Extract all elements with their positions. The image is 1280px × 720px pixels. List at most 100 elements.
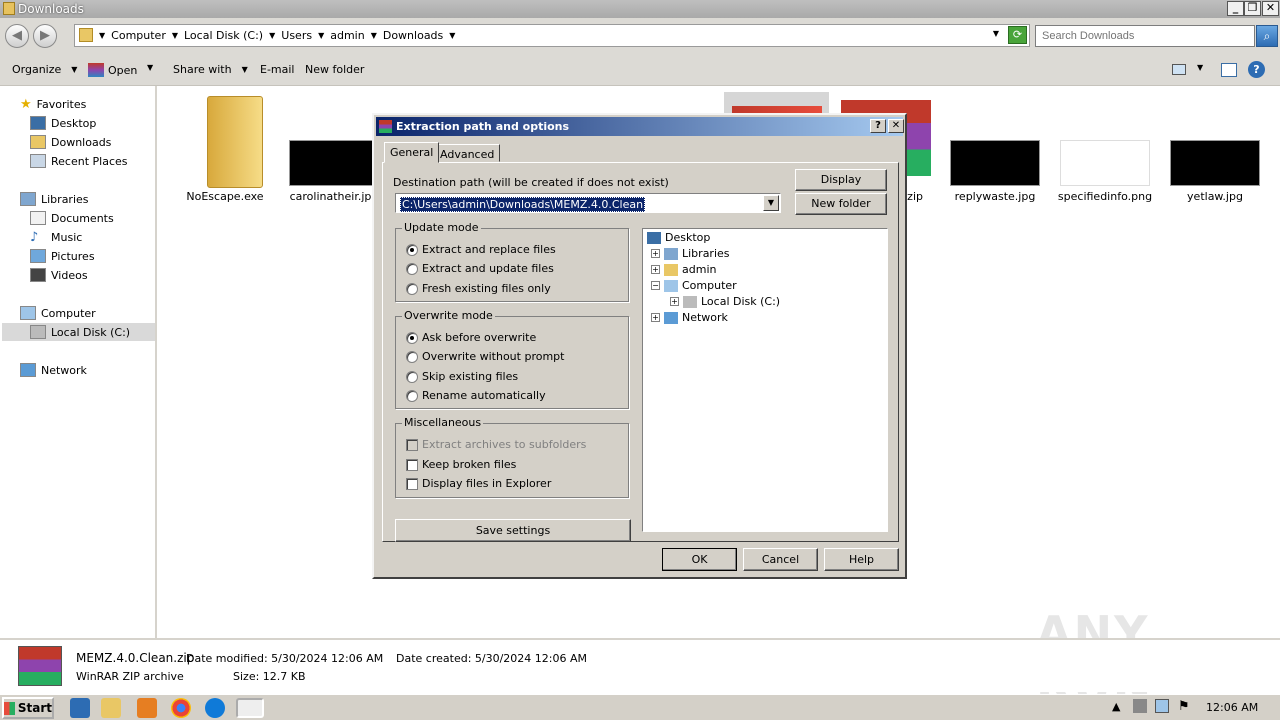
radio-overwrite-without-prompt[interactable]: Overwrite without prompt [406,350,564,363]
minimize-button[interactable]: _ [1227,1,1244,16]
breadcrumb-downloads[interactable]: Downloads [379,29,447,43]
pictures-icon [30,249,46,263]
ok-button[interactable]: OK [662,548,737,571]
forward-button[interactable]: ▶ [33,24,57,48]
view-dropdown-button[interactable]: ▼ [1197,63,1203,72]
chevron-down-icon[interactable]: ▼ [763,195,779,211]
file-item-replywaste[interactable]: replywaste.jpg [945,86,1045,206]
tree-node-computer[interactable]: − Computer [651,279,737,292]
address-bar[interactable]: ▼ Computer ▼ Local Disk (C:) ▼ Users ▼ a… [74,24,1030,47]
clock[interactable]: 12:06 AM [1206,701,1258,714]
address-history-dropdown[interactable]: ▼ [993,29,999,38]
checkbox-keep-broken-files[interactable]: Keep broken files [406,458,516,471]
nav-videos[interactable]: Videos [30,266,88,284]
checkbox-display-in-explorer[interactable]: Display files in Explorer [406,477,551,490]
chrome-icon[interactable] [171,698,191,718]
search-input[interactable] [1035,25,1255,47]
expand-icon[interactable]: + [651,249,660,258]
star-icon: ★ [20,96,32,112]
maximize-button[interactable]: ❐ [1244,1,1261,16]
tab-general[interactable]: General [384,142,440,163]
tree-node-desktop[interactable]: Desktop [647,231,710,244]
chevron-down-icon[interactable]: ▼ [316,29,326,43]
action-center-flag-icon[interactable]: ⚑ [1178,699,1190,714]
refresh-icon[interactable]: ⟳ [1008,26,1027,44]
nav-pictures[interactable]: Pictures [30,247,95,265]
file-item-carolinatheir[interactable]: carolinatheir.jpg [285,86,383,206]
destination-path-combo[interactable]: C:\Users\admin\Downloads\MEMZ.4.0.Clean … [395,193,781,213]
file-item-noescape[interactable]: NoEscape.exe [179,86,271,206]
explorer-icon[interactable] [101,698,121,718]
downloads-folder-icon [30,135,46,149]
expand-icon[interactable]: + [651,313,660,322]
breadcrumb-admin[interactable]: admin [326,29,368,43]
share-with-button[interactable]: Share with ▼ [173,63,248,76]
nav-music[interactable]: ♪ Music [30,228,82,246]
chevron-down-icon[interactable]: ▼ [170,29,180,43]
tree-node-libraries[interactable]: + Libraries [651,247,730,260]
file-item-yetlaw[interactable]: yetlaw.jpg [1165,86,1265,206]
tree-node-network[interactable]: + Network [651,311,728,324]
help-button[interactable]: Help [824,548,899,571]
breadcrumb-computer[interactable]: Computer [107,29,170,43]
winrar-taskbar-button[interactable] [236,698,264,718]
breadcrumb-local-disk[interactable]: Local Disk (C:) [180,29,267,43]
new-folder-button[interactable]: New folder [795,193,887,215]
local-disk-icon [683,295,697,308]
nav-network[interactable]: Network [20,361,87,379]
display-button[interactable]: Display [795,169,887,191]
save-settings-button[interactable]: Save settings [395,519,631,542]
new-folder-button[interactable]: New folder [305,63,364,76]
nav-downloads[interactable]: Downloads [30,133,111,151]
radio-rename-automatically[interactable]: Rename automatically [406,389,546,402]
back-button[interactable]: ◀ [5,24,29,48]
preview-pane-icon[interactable] [1221,63,1237,77]
network-icon [664,311,678,324]
chevron-down-icon[interactable]: ▼ [369,29,379,43]
nav-local-disk[interactable]: Local Disk (C:) [2,323,155,341]
tree-node-local-disk[interactable]: + Local Disk (C:) [670,295,780,308]
email-button[interactable]: E-mail [260,63,295,76]
windows-logo-icon [4,701,15,715]
search-icon[interactable]: ⌕ [1256,25,1278,47]
change-view-icon[interactable] [1172,64,1186,75]
network-tray-icon[interactable] [1155,699,1169,713]
nav-computer[interactable]: Computer [20,304,96,322]
close-icon[interactable]: ✕ [888,119,904,133]
edge-icon[interactable] [205,698,225,718]
radio-fresh-existing[interactable]: Fresh existing files only [406,282,551,295]
expand-icon[interactable]: + [670,297,679,306]
speaker-icon[interactable] [1133,699,1147,713]
nav-libraries[interactable]: Libraries [20,190,89,208]
desktop-icon [647,231,661,244]
radio-extract-update[interactable]: Extract and update files [406,262,554,275]
close-button[interactable]: ✕ [1262,1,1279,16]
open-button[interactable]: Open [88,63,137,77]
help-icon[interactable]: ? [1248,61,1265,78]
tree-node-admin[interactable]: + admin [651,263,716,276]
start-button[interactable]: Start [2,697,54,719]
chevron-down-icon[interactable]: ▼ [447,29,457,43]
nav-desktop[interactable]: Desktop [30,114,96,132]
chevron-down-icon[interactable]: ▼ [267,29,277,43]
internet-explorer-icon[interactable] [70,698,90,718]
tab-advanced[interactable]: Advanced [434,144,501,162]
collapse-icon[interactable]: − [651,281,660,290]
open-dropdown-button[interactable]: ▼ [147,63,153,72]
breadcrumb-users[interactable]: Users [277,29,316,43]
nav-documents[interactable]: Documents [30,209,114,227]
file-item-specifiedinfo[interactable]: specifiedinfo.png [1055,86,1155,206]
radio-ask-before-overwrite[interactable]: Ask before overwrite [406,331,536,344]
nav-recent-places[interactable]: Recent Places [30,152,128,170]
folder-tree[interactable]: Desktop + Libraries + admin − Computer + Loc… [642,228,888,532]
nav-favorites[interactable]: ★ Favorites [20,95,86,113]
cancel-button[interactable]: Cancel [743,548,818,571]
expand-icon[interactable]: + [651,265,660,274]
radio-extract-replace[interactable]: Extract and replace files [406,243,556,256]
folder-icon [3,2,15,15]
help-icon[interactable]: ? [870,119,886,133]
media-player-icon[interactable] [137,698,157,718]
radio-skip-existing[interactable]: Skip existing files [406,370,518,383]
show-hidden-icons-icon[interactable]: ▲ [1112,700,1120,713]
organize-button[interactable]: Organize ▼ [12,63,77,76]
